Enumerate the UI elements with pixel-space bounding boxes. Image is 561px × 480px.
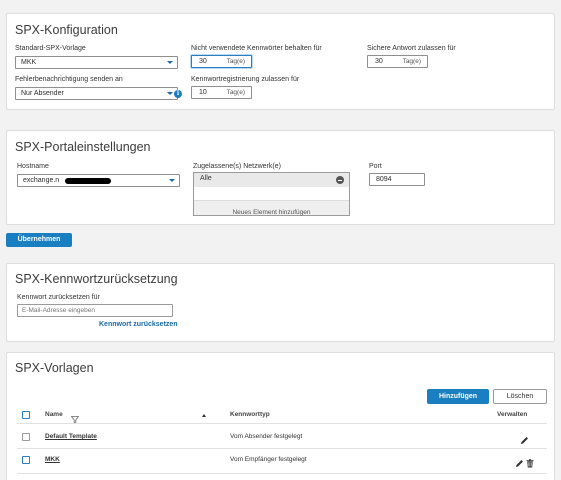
netzwerk-label: Zugelassene(s) Netzwerk(e) [193,163,281,170]
registrierung-label: Kennwortregistrierung zulassen für [191,76,300,83]
port-label: Port [369,163,382,170]
email-field[interactable] [17,304,173,317]
delete-button[interactable]: Löschen [493,389,547,404]
fehler-value: Nur Absender [21,90,64,97]
registrierung-value: 10 [199,89,207,96]
hostname-value: exchange.n [23,177,60,184]
sichere-antwort-label: Sichere Antwort zulassen für [367,45,456,52]
table-row[interactable]: MKK Vom Empfänger festgelegt [17,450,547,472]
registrierung-unit: Tag(e) [226,89,245,96]
hostname-label: Hostname [17,163,49,170]
redaction-mark [65,178,111,184]
chevron-down-icon [167,61,173,64]
reset-title: SPX-Kennwortzurücksetzung [15,272,178,286]
apply-button-label: Übernehmen [17,236,61,243]
info-icon[interactable]: i [174,90,182,98]
konfiguration-panel: SPX-Konfiguration Standard-SPX-Vorlage M… [6,13,555,110]
hostname-select[interactable]: exchange.n [17,174,180,187]
add-button[interactable]: Hinzufügen [427,389,489,404]
port-value: 8094 [376,176,392,183]
header-divider [17,423,547,424]
port-input[interactable]: 8094 [369,173,425,186]
remove-icon[interactable] [336,176,344,184]
row-checkbox[interactable] [22,456,30,464]
table-row[interactable]: Default Template Vom Absender festgelegt [17,425,547,447]
row-name-link[interactable]: MKK [45,456,60,463]
fehler-label: Fehlerbenachrichtigung senden an [15,76,123,83]
column-header-manage: Verwalten [497,411,528,418]
standard-vorlage-label: Standard-SPX-Vorlage [15,45,86,52]
apply-button[interactable]: Übernehmen [6,233,72,247]
portal-panel: SPX-Portaleinstellungen Hostname exchang… [6,130,555,225]
add-element-button[interactable]: Neues Element hinzufügen [194,200,349,216]
delete-button-label: Löschen [506,393,534,400]
sort-asc-icon[interactable] [202,414,206,417]
netzwerk-item[interactable]: Alle [194,173,349,187]
konfiguration-title: SPX-Konfiguration [15,23,118,37]
chevron-down-icon [167,92,173,95]
netzwerk-list: Alle Neues Element hinzufügen [193,172,350,216]
reset-password-link[interactable]: Kennwort zurücksetzen [99,321,178,328]
registrierung-input[interactable]: 10 Tag(e) [191,86,252,99]
reset-field-label: Kennwort zurücksetzen für [17,294,100,301]
row-type: Vom Absender festgelegt [230,433,303,440]
column-header-name[interactable]: Name [45,411,63,418]
row-type: Vom Empfänger festgelegt [230,456,307,463]
nicht-verwendete-label: Nicht verwendete Kennwörter behalten für [191,45,322,52]
standard-vorlage-value: MKK [21,59,37,66]
chevron-down-icon [169,179,175,182]
row-divider [17,448,547,449]
netzwerk-empty-area [194,187,349,200]
nicht-verwendete-unit: Tag(e) [226,58,245,65]
sichere-antwort-value: 30 [375,58,383,65]
sichere-antwort-unit: Tag(e) [402,58,421,65]
select-all-checkbox[interactable] [22,411,30,419]
nicht-verwendete-value: 30 [199,58,207,65]
netzwerk-item-label: Alle [200,175,212,182]
vorlagen-panel: SPX-Vorlagen Hinzufügen Löschen Name Ken… [6,352,555,480]
add-button-label: Hinzufügen [438,393,478,400]
vorlagen-title: SPX-Vorlagen [15,361,94,375]
row-divider [17,473,547,474]
add-element-label: Neues Element hinzufügen [232,209,311,216]
reset-panel: SPX-Kennwortzurücksetzung Kennwort zurüc… [6,263,555,342]
standard-vorlage-select[interactable]: MKK [15,56,178,69]
nicht-verwendete-input[interactable]: 30 Tag(e) [191,55,252,68]
column-header-type[interactable]: Kennworttyp [230,411,270,418]
sichere-antwort-input[interactable]: 30 Tag(e) [367,55,428,68]
fehler-select[interactable]: Nur Absender [15,87,178,100]
portal-title: SPX-Portaleinstellungen [15,140,151,154]
row-name-link[interactable]: Default Template [45,433,97,440]
row-checkbox[interactable] [22,433,30,441]
trash-icon[interactable] [526,455,534,473]
edit-icon[interactable] [515,455,524,473]
